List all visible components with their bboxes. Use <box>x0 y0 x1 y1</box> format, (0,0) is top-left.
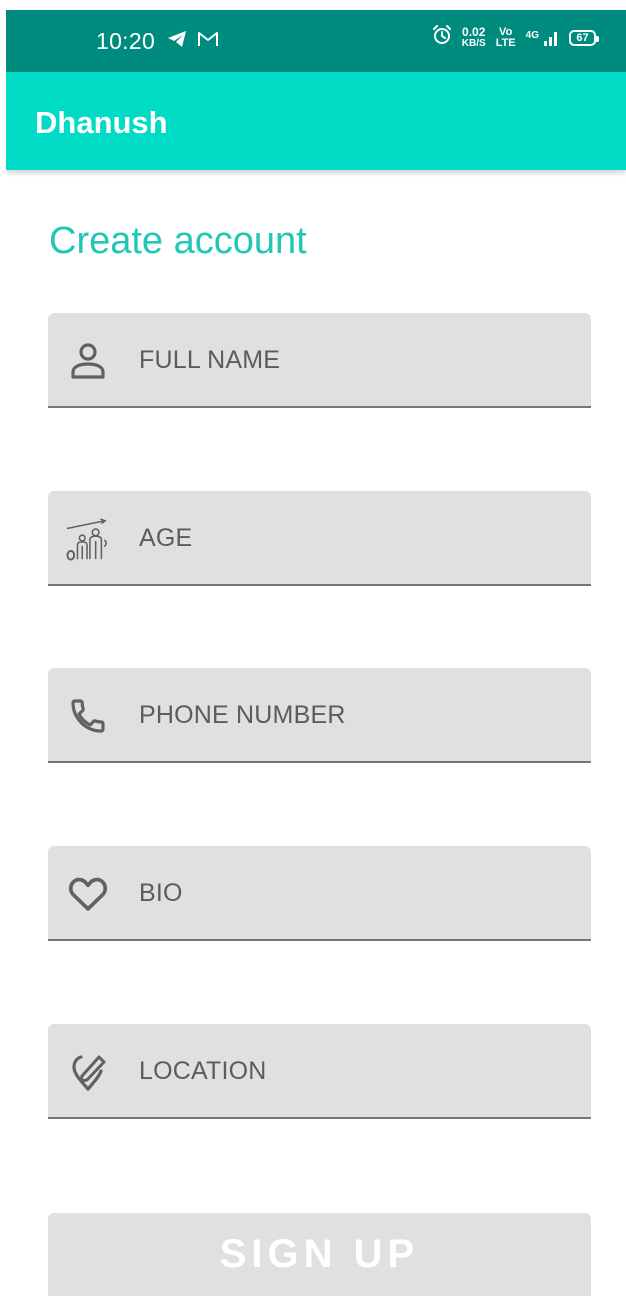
volte-bottom: LTE <box>495 36 516 49</box>
page-title: Create account <box>49 220 307 262</box>
app-title: Dhanush <box>35 105 168 140</box>
signal-icon: 4G <box>526 30 559 46</box>
app-bar: Dhanush <box>6 72 626 170</box>
status-bar: 10:20 0.02 KB/S Vo LTE 4G 67 <box>6 10 626 72</box>
phone-number-field[interactable]: PHONE NUMBER <box>48 668 591 763</box>
status-indicators: 0.02 KB/S Vo LTE 4G 67 <box>432 24 599 50</box>
age-field[interactable]: AGE <box>48 491 591 586</box>
location-placeholder: LOCATION <box>139 1057 267 1085</box>
network-type: 4G <box>525 29 539 41</box>
alarm-icon <box>432 25 452 50</box>
network-speed-unit: KB/S <box>461 37 486 49</box>
person-icon <box>66 339 110 383</box>
gmail-icon <box>197 30 219 53</box>
location-icon <box>66 1050 110 1094</box>
full-name-field[interactable]: FULL NAME <box>48 313 591 408</box>
network-speed: 0.02 KB/S <box>461 24 486 49</box>
notification-icons <box>167 30 219 53</box>
phone-icon <box>66 694 110 738</box>
location-field[interactable]: LOCATION <box>48 1024 591 1119</box>
volte-top: Vo <box>499 25 513 38</box>
volte-indicator: Vo LTE <box>495 25 516 49</box>
battery-level: 67 <box>576 31 589 44</box>
network-speed-value: 0.02 <box>462 24 486 39</box>
telegram-icon <box>167 30 187 53</box>
battery-icon: 67 <box>569 29 599 46</box>
bio-placeholder: BIO <box>139 879 183 907</box>
heart-icon <box>66 872 110 916</box>
age-placeholder: AGE <box>139 524 193 552</box>
bio-field[interactable]: BIO <box>48 846 591 941</box>
sign-up-button[interactable]: SIGN UP <box>48 1213 591 1296</box>
age-icon <box>66 517 110 561</box>
status-time: 10:20 <box>96 28 156 54</box>
phone-number-placeholder: PHONE NUMBER <box>139 701 346 729</box>
phone-screen: 10:20 0.02 KB/S Vo LTE 4G 67 Dhanush Cre… <box>6 10 626 1296</box>
full-name-placeholder: FULL NAME <box>139 346 281 374</box>
